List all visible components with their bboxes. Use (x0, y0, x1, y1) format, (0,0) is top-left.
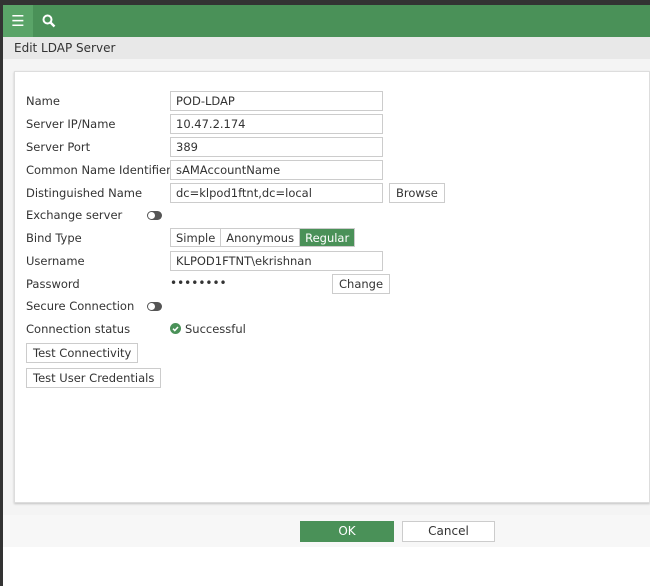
port-input[interactable]: 389 (170, 137, 383, 157)
page-title: Edit LDAP Server (3, 37, 650, 59)
name-label: Name (26, 94, 60, 108)
exchange-label: Exchange server (26, 208, 123, 222)
cancel-button[interactable]: Cancel (402, 521, 495, 542)
server-label: Server IP/Name (26, 117, 116, 131)
server-input[interactable]: 10.47.2.174 (170, 114, 383, 134)
dn-label: Distinguished Name (26, 186, 143, 200)
check-circle-icon (170, 323, 181, 337)
bind-type-selector: Simple Anonymous Regular (170, 228, 356, 247)
secure-label: Secure Connection (26, 299, 135, 313)
port-label: Server Port (26, 140, 91, 154)
status-label: Connection status (26, 322, 131, 336)
name-input[interactable]: POD-LDAP (170, 91, 383, 111)
bind-simple[interactable]: Simple (171, 229, 222, 246)
hamburger-menu-icon[interactable]: ☰ (3, 5, 33, 37)
secure-toggle[interactable] (147, 302, 162, 311)
username-label: Username (26, 254, 85, 268)
ok-button[interactable]: OK (300, 521, 394, 542)
bind-anonymous[interactable]: Anonymous (221, 229, 301, 246)
test-credentials-button[interactable]: Test User Credentials (26, 368, 162, 388)
cn-label: Common Name Identifier (26, 163, 171, 177)
search-icon[interactable] (37, 5, 61, 37)
header-bar: ☰ (3, 5, 650, 37)
username-input[interactable]: KLPOD1FTNT\ekrishnan (170, 251, 383, 271)
change-button[interactable]: Change (332, 274, 391, 294)
password-value: •••••••• (170, 276, 227, 290)
cn-input[interactable]: sAMAccountName (170, 160, 383, 180)
password-label: Password (26, 277, 80, 291)
browse-button[interactable]: Browse (389, 183, 445, 203)
test-connectivity-button[interactable]: Test Connectivity (26, 343, 139, 363)
bind-label: Bind Type (26, 231, 82, 245)
bind-regular[interactable]: Regular (300, 229, 355, 246)
status-value: Successful (185, 322, 246, 336)
exchange-toggle[interactable] (147, 211, 162, 220)
dn-input[interactable]: dc=klpod1ftnt,dc=local (170, 183, 383, 203)
